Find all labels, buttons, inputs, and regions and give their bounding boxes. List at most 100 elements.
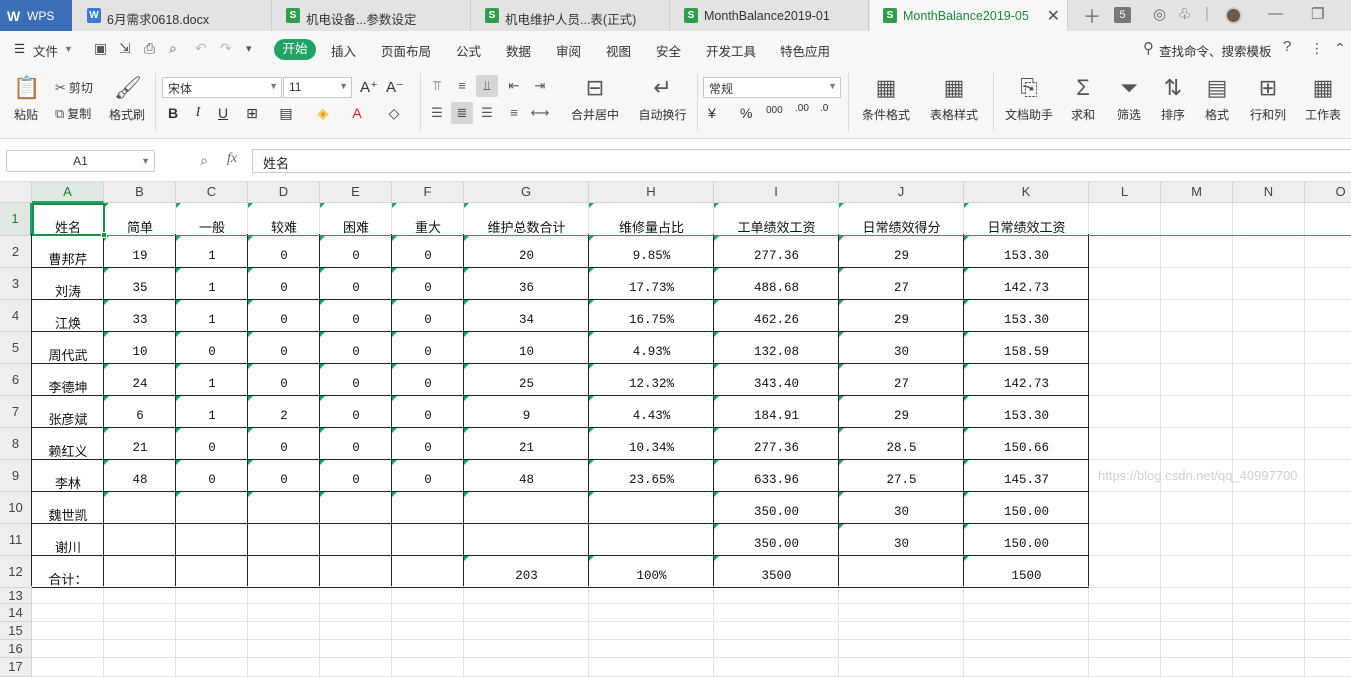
cell[interactable]: 0 [320, 249, 392, 263]
formula-input[interactable]: 姓名 [252, 149, 1351, 173]
worksheet-button[interactable]: ▦ 工作表 [1300, 75, 1346, 123]
cell-style-icon[interactable]: ▤ [276, 105, 296, 122]
cell[interactable]: 1 [176, 377, 248, 391]
cell[interactable]: 12.32% [589, 377, 714, 391]
cell[interactable]: 153.30 [964, 313, 1089, 327]
cell[interactable]: 0 [392, 473, 464, 487]
cell[interactable]: 0 [320, 281, 392, 295]
cell[interactable]: 21 [104, 441, 176, 455]
menu-view[interactable]: 视图 [606, 41, 631, 60]
help-icon[interactable]: ? [1283, 38, 1291, 55]
column-header[interactable]: L [1089, 182, 1161, 203]
fill-color-icon[interactable]: ◈ [313, 105, 333, 122]
cell[interactable]: 困难 [320, 217, 392, 236]
thousands-icon[interactable]: 000 [766, 105, 783, 116]
customize-icon[interactable]: ▾ [246, 42, 252, 55]
decrease-decimal-icon[interactable]: .0 [820, 103, 828, 114]
cell[interactable]: 277.36 [714, 249, 839, 263]
cell[interactable]: 0 [248, 345, 320, 359]
align-bottom-icon[interactable]: ⫫ [476, 75, 498, 97]
cell[interactable]: 张彦斌 [32, 409, 104, 428]
cell[interactable]: 工单绩效工资 [714, 217, 839, 236]
row-header[interactable]: 16 [0, 640, 32, 658]
cell[interactable]: 0 [392, 249, 464, 263]
cell[interactable]: 0 [320, 409, 392, 423]
table-style-button[interactable]: ▦ 表格样式 [924, 75, 984, 123]
document-tab[interactable]: S 机电设备...参数设定 [273, 0, 471, 31]
cell[interactable]: 1500 [964, 569, 1089, 583]
column-header[interactable]: J [839, 182, 964, 203]
cell[interactable]: 维护总数合计 [464, 217, 589, 236]
cell[interactable]: 赖红义 [32, 441, 104, 460]
row-header[interactable]: 10 [0, 492, 32, 524]
sum-button[interactable]: Σ 求和 [1064, 75, 1102, 123]
menu-file[interactable]: 文件 [33, 41, 58, 60]
cell[interactable]: 0 [176, 473, 248, 487]
cell[interactable]: 153.30 [964, 249, 1089, 263]
cell[interactable]: 0 [176, 441, 248, 455]
cell[interactable]: 一般 [176, 217, 248, 236]
cell[interactable]: 0 [248, 441, 320, 455]
menu-review[interactable]: 审阅 [556, 41, 581, 60]
column-header[interactable]: D [248, 182, 320, 203]
document-tab[interactable]: W 6月需求0618.docx [74, 0, 272, 31]
menu-insert[interactable]: 插入 [331, 41, 356, 60]
row-header[interactable]: 9 [0, 460, 32, 492]
column-header[interactable]: B [104, 182, 176, 203]
menu-page-layout[interactable]: 页面布局 [381, 41, 431, 60]
cell[interactable]: 0 [392, 281, 464, 295]
cell[interactable]: 0 [248, 281, 320, 295]
borders-icon[interactable]: ⊞ [242, 105, 262, 122]
row-header[interactable]: 12 [0, 556, 32, 588]
fill-handle[interactable] [101, 232, 107, 238]
zoom-icon[interactable]: ⌕ [200, 152, 208, 169]
cell[interactable]: 合计： [32, 569, 104, 588]
cell[interactable]: 魏世凯 [32, 505, 104, 524]
cell[interactable]: 184.91 [714, 409, 839, 423]
cell[interactable]: 刘涛 [32, 281, 104, 300]
decrease-font-icon[interactable]: A⁻ [386, 78, 404, 96]
cell[interactable]: 0 [392, 441, 464, 455]
menu-security[interactable]: 安全 [656, 41, 681, 60]
cell[interactable]: 277.36 [714, 441, 839, 455]
column-header[interactable]: E [320, 182, 392, 203]
avatar[interactable] [1225, 7, 1242, 24]
conditional-format-button[interactable]: ▦ 条件格式 [856, 75, 916, 123]
cell[interactable]: 10 [104, 345, 176, 359]
cell[interactable]: 100% [589, 569, 714, 583]
row-header[interactable]: 8 [0, 428, 32, 460]
cut-button[interactable]: ✂ 剪切 [55, 79, 93, 96]
cell[interactable]: 30 [839, 537, 964, 551]
menu-formula[interactable]: 公式 [456, 41, 481, 60]
column-header[interactable]: C [176, 182, 248, 203]
hamburger-icon[interactable]: ☰ [14, 41, 25, 56]
cell[interactable]: 16.75% [589, 313, 714, 327]
cell[interactable]: 李林 [32, 473, 104, 492]
column-header[interactable]: A [32, 182, 104, 203]
bold-button[interactable]: B [163, 105, 183, 121]
search-commands[interactable]: 查找命令、搜索模板 [1159, 41, 1272, 60]
restore-icon[interactable]: ❐ [1311, 5, 1324, 23]
document-tab[interactable]: S 机电维护人员...表(正式) [472, 0, 670, 31]
cell[interactable]: 203 [464, 569, 589, 583]
cell[interactable]: 27 [839, 281, 964, 295]
cell[interactable]: 132.08 [714, 345, 839, 359]
cell[interactable]: 350.00 [714, 505, 839, 519]
row-header[interactable]: 3 [0, 268, 32, 300]
cell[interactable]: 1 [176, 313, 248, 327]
percent-icon[interactable]: % [740, 105, 752, 121]
menu-developer[interactable]: 开发工具 [706, 41, 756, 60]
cell[interactable]: 27.5 [839, 473, 964, 487]
column-header[interactable]: O [1305, 182, 1351, 203]
row-header[interactable]: 2 [0, 236, 32, 268]
column-header[interactable]: N [1233, 182, 1305, 203]
cell[interactable]: 简单 [104, 217, 176, 236]
cell[interactable]: 27 [839, 377, 964, 391]
cell[interactable]: 23.65% [589, 473, 714, 487]
cell[interactable]: 28.5 [839, 441, 964, 455]
menu-special[interactable]: 特色应用 [780, 41, 830, 60]
cell[interactable]: 29 [839, 313, 964, 327]
print-preview-icon[interactable]: ⌕ [169, 40, 177, 57]
wrap-text-button[interactable]: ↵ 自动换行 [635, 75, 690, 123]
cell[interactable]: 9 [464, 409, 589, 423]
